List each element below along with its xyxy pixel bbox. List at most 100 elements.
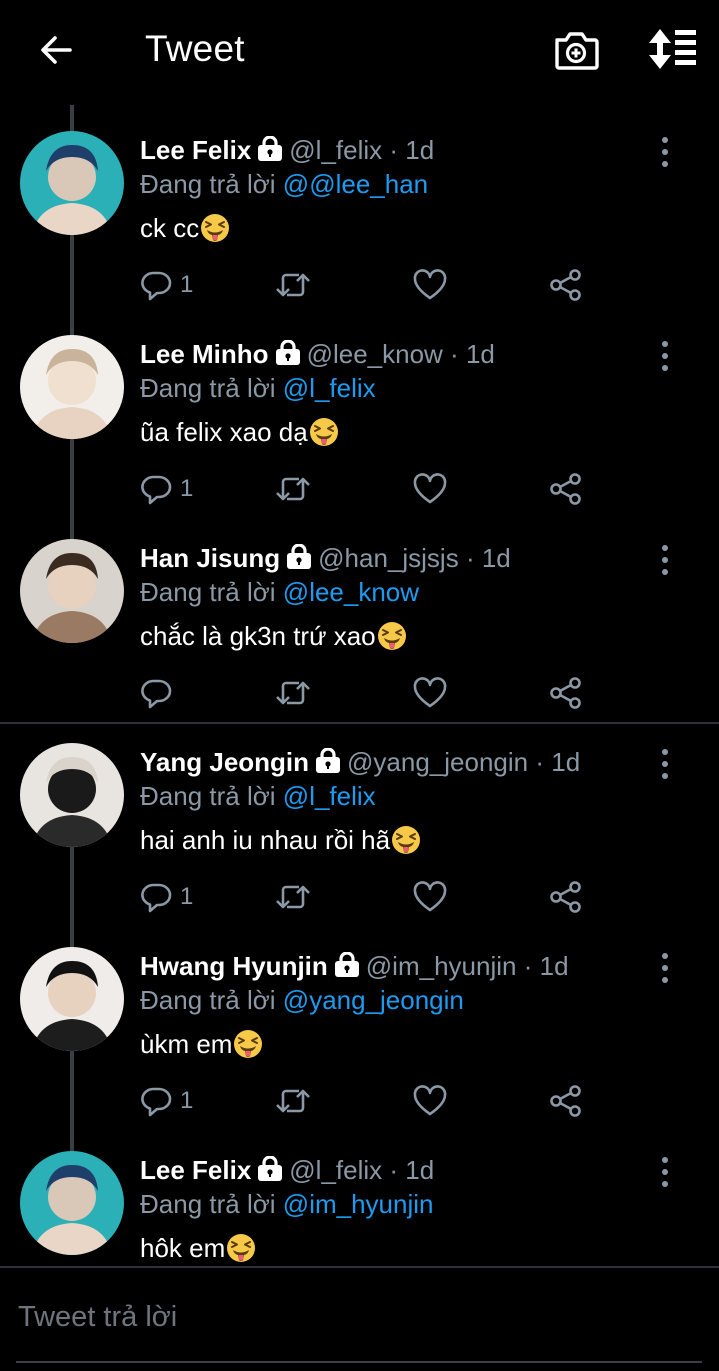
display-name[interactable]: Lee Felix: [140, 135, 251, 165]
tweet-body: ck cc: [140, 213, 200, 243]
tweet-text: ũa felix xao dạ😝: [140, 415, 339, 449]
like-button[interactable]: [413, 675, 447, 711]
timestamp: 1d: [405, 1155, 435, 1185]
display-name[interactable]: Lee Felix: [140, 1155, 251, 1185]
avatar[interactable]: [20, 131, 124, 235]
more-vertical-icon: [662, 1157, 668, 1187]
reply-count: 1: [180, 475, 194, 502]
heart-icon: [413, 881, 447, 912]
share-button[interactable]: [549, 675, 583, 711]
replying-to-handle[interactable]: @lee_know: [283, 577, 419, 607]
display-name[interactable]: Hwang Hyunjin: [140, 951, 328, 981]
tweet-actions: 1: [140, 1083, 600, 1119]
timestamp: 1d: [551, 747, 581, 777]
reply-count: 1: [180, 271, 194, 298]
replying-to: Đang trả lời @@lee_han: [140, 167, 428, 201]
lock-icon: [258, 1156, 283, 1181]
user-handle: @im_hyunjin: [365, 951, 517, 981]
user-handle: @lee_know: [306, 339, 443, 369]
squinting-tongue-emoji-icon: [309, 418, 338, 446]
share-button[interactable]: [549, 267, 583, 303]
tweet[interactable]: Lee Felix @l_felix · 1d Đang trả lời @@lee…: [0, 105, 719, 309]
squinting-tongue-emoji-icon: [201, 214, 230, 242]
like-button[interactable]: [413, 1083, 447, 1119]
share-button[interactable]: [549, 1083, 583, 1119]
replying-to-handle[interactable]: @l_felix: [283, 781, 376, 811]
heart-icon: [413, 269, 447, 300]
share-button[interactable]: [549, 879, 583, 915]
replying-to-label: Đang trả lời: [140, 169, 276, 199]
replying-to-handle[interactable]: @@lee_han: [283, 169, 428, 199]
retweet-button[interactable]: [274, 267, 312, 303]
more-options-button[interactable]: [655, 1155, 675, 1189]
tweet-text: chắc là gk3n trứ xao😝: [140, 619, 407, 653]
tweet-actions: [140, 675, 600, 711]
arrow-left-icon: [41, 36, 72, 64]
more-options-button[interactable]: [655, 951, 675, 985]
page-title: Tweet: [145, 28, 245, 69]
tweet[interactable]: Yang Jeongin @yang_jeongin · 1d Đang trả l…: [0, 717, 719, 921]
display-name[interactable]: Han Jisung: [140, 543, 280, 573]
avatar[interactable]: [20, 947, 124, 1051]
reply-button[interactable]: 1: [140, 1083, 193, 1119]
tweet-body: hai anh iu nhau rồi hã: [140, 825, 391, 855]
tweet-body: chắc là gk3n trứ xao: [140, 621, 376, 651]
tweet-text: ck cc😝: [140, 211, 230, 245]
tweet[interactable]: Hwang Hyunjin @im_hyunjin · 1d Đang trả lờ…: [0, 921, 719, 1125]
reply-button[interactable]: [140, 675, 180, 711]
separator-dot: ·: [389, 135, 399, 165]
user-handle: @l_felix: [289, 135, 383, 165]
retweet-button[interactable]: [274, 879, 312, 915]
reply-icon: [141, 475, 172, 505]
more-options-button[interactable]: [655, 135, 675, 169]
heart-icon: [413, 677, 447, 708]
share-button[interactable]: [549, 471, 583, 507]
reply-input[interactable]: [16, 1286, 700, 1348]
retweet-icon: [276, 681, 310, 705]
more-options-button[interactable]: [655, 339, 675, 373]
replying-to-label: Đang trả lời: [140, 1189, 276, 1219]
retweet-button[interactable]: [274, 675, 312, 711]
replying-to: Đang trả lời @l_felix: [140, 371, 376, 405]
lock-icon: [287, 544, 312, 569]
squinting-tongue-emoji-icon: [392, 826, 421, 854]
more-vertical-icon: [662, 545, 668, 575]
retweet-icon: [276, 273, 310, 297]
avatar[interactable]: [20, 1151, 124, 1255]
share-icon: [550, 269, 581, 301]
avatar[interactable]: [20, 335, 124, 439]
tweet-text: hai anh iu nhau rồi hã😝: [140, 823, 421, 857]
more-vertical-icon: [662, 341, 668, 371]
replying-to-label: Đang trả lời: [140, 985, 276, 1015]
tweet-header: Han Jisung @han_jsjsjs · 1d: [140, 541, 649, 575]
more-options-button[interactable]: [655, 747, 675, 781]
lock-icon: [258, 136, 283, 161]
replying-to-handle[interactable]: @yang_jeongin: [283, 985, 464, 1015]
camera-button[interactable]: [552, 28, 600, 72]
avatar[interactable]: [20, 539, 124, 643]
avatar[interactable]: [20, 743, 124, 847]
back-button[interactable]: [36, 30, 76, 70]
timestamp: 1d: [465, 339, 495, 369]
reply-button[interactable]: 1: [140, 471, 193, 507]
reply-button[interactable]: 1: [140, 879, 193, 915]
display-name[interactable]: Lee Minho: [140, 339, 269, 369]
tweet-body: ùkm em: [140, 1029, 233, 1059]
like-button[interactable]: [413, 471, 447, 507]
tweet[interactable]: Lee Minho @lee_know · 1d Đang trả lời @l_f…: [0, 309, 719, 513]
top-bar: Tweet: [0, 0, 719, 100]
replying-to-handle[interactable]: @l_felix: [283, 373, 376, 403]
like-button[interactable]: [413, 267, 447, 303]
more-options-button[interactable]: [655, 543, 675, 577]
like-button[interactable]: [413, 879, 447, 915]
sort-button[interactable]: [644, 28, 700, 70]
retweet-button[interactable]: [274, 1083, 312, 1119]
replying-to-handle[interactable]: @im_hyunjin: [283, 1189, 434, 1219]
retweet-button[interactable]: [274, 471, 312, 507]
separator-dot: ·: [523, 951, 533, 981]
tweet-header: Yang Jeongin @yang_jeongin · 1d: [140, 745, 649, 779]
display-name[interactable]: Yang Jeongin: [140, 747, 309, 777]
tweet[interactable]: Han Jisung @han_jsjsjs · 1d Đang trả lời @…: [0, 513, 719, 717]
reply-icon: [141, 1087, 172, 1117]
reply-button[interactable]: 1: [140, 267, 193, 303]
